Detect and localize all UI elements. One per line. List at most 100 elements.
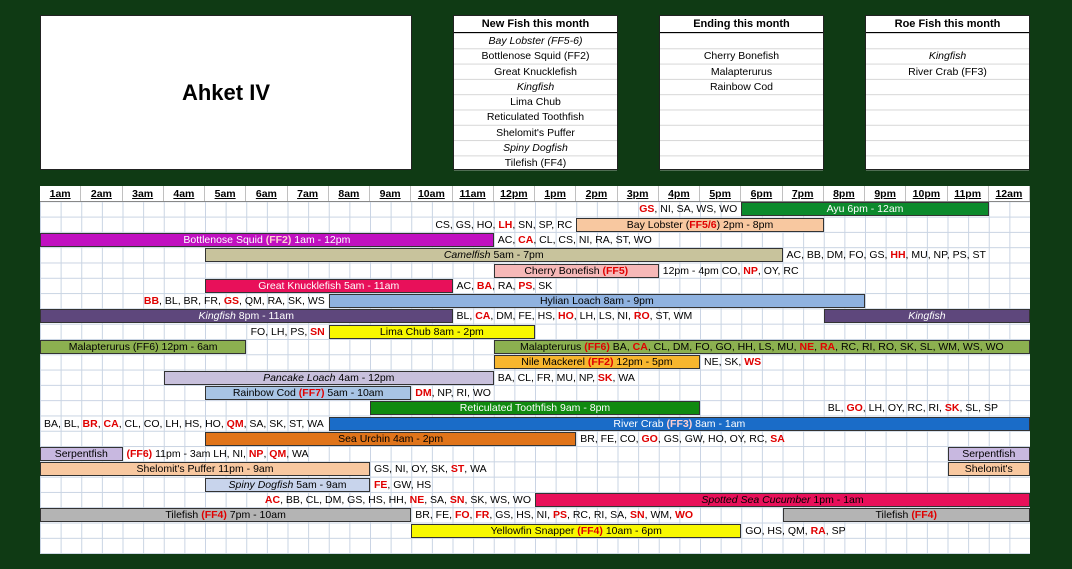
fish-list-item: Reticulated Toothfish [486,111,585,124]
text-segment: , GW, HS [387,478,432,491]
fish-list-item: Bay Lobster (FF5-6) [488,35,583,47]
fish-list-item [866,33,1029,48]
location-codes: BR, FE, CO, GO, GS, GW, HO, OY, RC, SA [576,432,1030,446]
text-segment: GS, NI, OY, SK, [374,463,451,476]
text-segment: Yellowfin Snapper [490,524,578,537]
fish-time-bar: Serpentfish [40,447,123,462]
text-segment: 11pm - 3am LH, NI, [152,448,249,461]
text-segment: 4am - 12pm [335,371,395,384]
text-segment: , WA [286,448,309,461]
text-segment: BR, FE, CO, [580,432,642,445]
location-codes: FO, LH, PS, SN [40,325,325,339]
text-segment: (FF6) [584,341,610,353]
text-segment: , WM, [644,509,675,522]
text-segment: (FF6) [126,448,153,461]
text-segment: 7pm - 10am [226,509,286,522]
text-segment: (FF2) [265,233,292,246]
text-segment: BA, [609,341,633,353]
text-segment: Kingfish [198,310,236,323]
location-codes: GS, NI, SA, WS, WO [453,202,737,216]
text-segment: , RC, RI, RO, SK, SL, WM, WS, WO [835,341,1004,353]
text-segment: QM [226,417,244,430]
text-segment: FF5/6 [689,218,717,231]
text-segment: 8pm - 11am [235,310,295,323]
text-segment: SK [944,402,960,415]
fish-time-bar: Ayu 6pm - 12am [741,202,989,217]
text-segment: , LH, LS, NI, [573,310,634,323]
fish-time-bar: Tilefish (FF4) 7pm - 10am [40,508,412,523]
fish-time-bar: Shelomit's [947,462,1030,477]
text-segment: , SL, SP [959,402,998,415]
fish-time-bar: Serpentfish [947,447,1030,462]
text-segment: Shelomit's [964,463,1013,476]
text-segment: Tilefish [165,509,202,522]
text-segment: Lima Chub 8am - 2pm [379,325,484,338]
hour-label: 1pm [535,186,577,202]
text-segment: DM [415,386,432,399]
fish-list-item: Tilefish (FF4) [504,157,567,170]
location-codes: AC, CA, CL, CS, NI, RA, ST, WO [494,233,1030,247]
text-segment: GO [846,402,863,415]
hour-label: 5am [205,186,247,202]
hour-label: 5pm [700,186,742,202]
text-segment: Camelfish [443,249,491,262]
text-segment: , CL, CS, NI, RA, ST, WO [533,233,652,246]
text-segment: GS [223,295,239,308]
fish-list-item: River Crab (FF3) [908,65,987,78]
text-segment: 8am - 1am [692,417,746,430]
text-segment: SN [630,509,645,522]
hour-label: 4am [164,186,205,202]
text-segment: SN [449,494,465,506]
fish-time-bar: Cherry Bonefish (FF5) [493,263,659,278]
text-segment: AC, [497,233,519,246]
text-segment: RA [810,524,826,537]
text-segment: River Crab [613,417,667,430]
text-segment: 12pm - 5pm [613,356,673,369]
text-segment: Cherry Bonefish [524,264,603,277]
location-codes: AC, BA, RA, PS, SK [453,279,866,293]
text-segment: FO [454,509,470,522]
new-fish-panel: New Fish this month Bay Lobster (FF5-6) B… [453,15,618,171]
hour-label: 3pm [618,186,659,202]
text-segment: BR, FE, [415,509,455,522]
location-codes: CS, GS, HO, LH, SN, SP, RC [288,218,573,232]
text-segment: , SN, SP, RC [512,218,573,231]
roe-fish-header: Roe Fish this month [866,16,1029,33]
text-segment: , SA, SK, ST, WA [243,417,324,430]
text-segment: , GS, GW, HO, OY, RC, [657,432,771,445]
text-segment: CA [103,417,119,430]
text-segment: , RC, RI, SA, [567,509,631,522]
text-segment: NP [743,264,758,277]
hour-label: 9am [370,186,412,202]
hour-label: 11pm [948,186,989,202]
text-segment: RA [819,341,836,353]
fish-time-bar: Spotted Sea Cucumber 1pm - 1am [535,493,1030,507]
hour-label: 8am [329,186,370,202]
fish-list-item: Great Knucklefish [494,65,577,78]
text-segment: (FF4) [911,509,937,522]
text-segment: SA [770,432,785,445]
text-segment: (FF2) [587,356,614,369]
fish-time-bar: Camelfish 5am - 7pm [205,248,783,263]
schedule-chart: 1am 2am 3am 4am 5am 6am 7am 8am 9am 10am 11am 12pm 1… [40,186,1030,554]
text-segment: , NP, RI, WO [431,386,491,399]
hour-label: 12am [989,186,1030,202]
roe-fish-list: Kingfish River Crab (FF3) [866,33,1029,171]
text-segment: BR [82,417,98,430]
text-segment: , CL, CO, LH, HS, HO, [118,417,227,430]
text-segment: Serpentfish [54,448,108,461]
text-segment: Shelomit's Puffer 11pm - 9am [136,463,274,476]
text-segment: Nile Mackerel [521,356,588,369]
text-segment: Sea Urchin 4am - 2pm [338,432,444,445]
location-codes: FE, GW, HS [370,478,618,492]
fish-time-bar: Spiny Dogfish 5am - 9am [205,477,370,492]
new-fish-header: New Fish this month [454,16,617,33]
fish-time-bar: Shelomit's Puffer 11pm - 9am [40,462,370,477]
hour-label: 11am [453,186,494,202]
text-segment: HH [890,249,906,262]
page-title: Ahket IV [181,79,271,105]
fish-time-bar: Reticulated Toothfish 9am - 8pm [370,401,700,416]
text-segment: , SK [532,279,553,292]
text-segment: BL, [456,310,476,323]
text-segment: GO [641,432,658,445]
